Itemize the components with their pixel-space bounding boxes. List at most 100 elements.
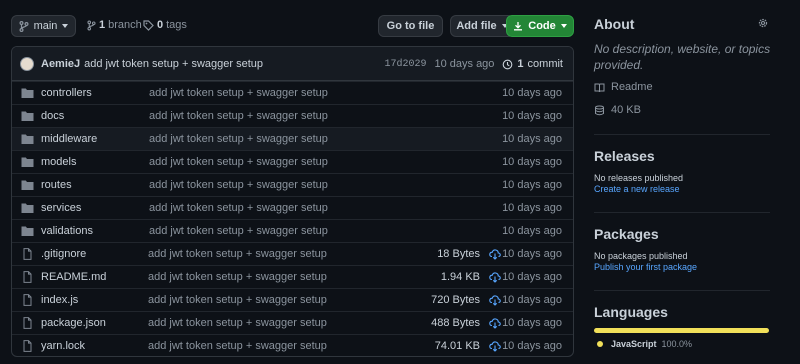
file-commit-message[interactable]: add jwt token setup + swagger setup — [148, 294, 327, 306]
file-name[interactable]: .gitignore — [41, 248, 86, 260]
file-size: 488 Bytes — [431, 317, 480, 329]
table-row[interactable]: middleware add jwt token setup + swagger … — [12, 127, 573, 150]
download-icon — [514, 22, 523, 31]
file-name[interactable]: middleware — [41, 133, 97, 145]
language-name: JavaScript — [611, 339, 657, 349]
commits-link[interactable]: 1 commit — [502, 58, 563, 70]
file-commit-message[interactable]: add jwt token setup + swagger setup — [149, 110, 328, 122]
code-button[interactable]: Code — [506, 15, 574, 37]
file-commit-date: 10 days ago — [502, 202, 562, 214]
table-row[interactable]: validations add jwt token setup + swagger… — [12, 219, 573, 242]
gear-icon[interactable] — [757, 17, 769, 29]
chevron-down-icon — [62, 24, 69, 28]
file-name[interactable]: controllers — [41, 87, 92, 99]
commit-message[interactable]: add jwt token setup + swagger setup — [84, 58, 263, 70]
cloud-download-icon[interactable] — [489, 340, 501, 352]
tags-count: 0 — [157, 19, 164, 31]
add-file-button[interactable]: Add file — [450, 15, 514, 37]
file-commit-message[interactable]: add jwt token setup + swagger setup — [148, 317, 327, 329]
tags-link[interactable]: 0 tags — [143, 19, 187, 31]
table-row[interactable]: models add jwt token setup + swagger setu… — [12, 150, 573, 173]
git-branch-icon — [87, 20, 96, 30]
file-commit-message[interactable]: add jwt token setup + swagger setup — [149, 179, 328, 191]
file-name[interactable]: models — [41, 156, 76, 168]
file-browser: AemieJ add jwt token setup + swagger set… — [11, 46, 574, 357]
file-commit-date: 10 days ago — [502, 340, 562, 352]
file-commit-message[interactable]: add jwt token setup + swagger setup — [149, 133, 328, 145]
about-title: About — [594, 16, 635, 32]
releases-title[interactable]: Releases — [594, 148, 655, 164]
file-commit-date: 10 days ago — [502, 179, 562, 191]
file-icon — [23, 248, 32, 260]
table-row[interactable]: services add jwt token setup + swagger se… — [12, 196, 573, 219]
branch-name: main — [33, 20, 58, 32]
file-commit-message[interactable]: add jwt token setup + swagger setup — [149, 202, 328, 214]
language-bar — [594, 328, 769, 333]
code-label: Code — [528, 20, 556, 32]
table-row[interactable]: package.json add jwt token setup + swagge… — [12, 311, 573, 334]
table-row[interactable]: README.md add jwt token setup + swagger s… — [12, 265, 573, 288]
cloud-download-icon[interactable] — [489, 317, 501, 329]
avatar[interactable] — [20, 56, 34, 71]
file-size: 74.01 KB — [434, 340, 480, 352]
divider — [594, 134, 770, 135]
folder-icon — [21, 157, 34, 167]
file-icon — [23, 317, 32, 329]
packages-title[interactable]: Packages — [594, 226, 659, 242]
table-row[interactable]: .gitignore add jwt token setup + swagger … — [12, 242, 573, 265]
language-color-dot — [597, 341, 603, 347]
table-row[interactable]: routes add jwt token setup + swagger setu… — [12, 173, 573, 196]
publish-package-link[interactable]: Publish your first package — [594, 262, 697, 272]
file-name[interactable]: yarn.lock — [41, 340, 85, 352]
file-commit-message[interactable]: add jwt token setup + swagger setup — [148, 271, 327, 283]
file-name[interactable]: validations — [41, 225, 93, 237]
commit-author[interactable]: AemieJ — [41, 58, 80, 70]
file-commit-message[interactable]: add jwt token setup + swagger setup — [149, 87, 328, 99]
commit-meta: 17d2029 10 days ago 1 commit — [384, 47, 563, 81]
file-name[interactable]: package.json — [41, 317, 106, 329]
table-row[interactable]: yarn.lock add jwt token setup + swagger s… — [12, 334, 573, 356]
file-name[interactable]: services — [41, 202, 81, 214]
readme-link[interactable]: Readme — [594, 81, 653, 93]
file-commit-message[interactable]: add jwt token setup + swagger setup — [149, 156, 328, 168]
add-file-label: Add file — [456, 20, 497, 32]
file-icon — [23, 340, 32, 352]
table-row[interactable]: docs add jwt token setup + swagger setup 1… — [12, 104, 573, 127]
branches-count: 1 — [99, 19, 106, 31]
table-row[interactable]: controllers add jwt token setup + swagger… — [12, 81, 573, 104]
file-commit-date: 10 days ago — [502, 248, 562, 260]
folder-icon — [21, 88, 34, 98]
create-release-link[interactable]: Create a new release — [594, 184, 680, 194]
file-commit-message[interactable]: add jwt token setup + swagger setup — [148, 248, 327, 260]
table-row[interactable]: index.js add jwt token setup + swagger se… — [12, 288, 573, 311]
file-commit-date: 10 days ago — [502, 133, 562, 145]
file-size: 1.94 KB — [440, 271, 480, 283]
git-branch-icon — [19, 20, 29, 32]
file-commit-message[interactable]: add jwt token setup + swagger setup — [149, 225, 328, 237]
go-to-file-button[interactable]: Go to file — [378, 15, 443, 37]
language-item-javascript[interactable]: JavaScript 100.0% — [597, 339, 692, 349]
cloud-download-icon[interactable] — [489, 271, 501, 283]
commits-count: 1 — [517, 58, 524, 70]
folder-icon — [21, 134, 34, 144]
branches-link[interactable]: 1 branch — [87, 19, 142, 31]
file-name[interactable]: docs — [41, 110, 64, 122]
file-commit-date: 10 days ago — [502, 317, 562, 329]
file-size: 720 Bytes — [431, 294, 480, 306]
file-icon — [23, 271, 32, 283]
book-icon — [594, 83, 605, 92]
file-name[interactable]: routes — [41, 179, 72, 191]
file-name[interactable]: index.js — [41, 294, 78, 306]
branch-select-button[interactable]: main — [11, 15, 76, 37]
cloud-download-icon[interactable] — [489, 248, 501, 260]
commit-sha[interactable]: 17d2029 — [384, 59, 426, 70]
tags-label: tags — [166, 19, 187, 31]
file-name[interactable]: README.md — [41, 271, 106, 283]
cloud-download-icon[interactable] — [489, 294, 501, 306]
branches-label: branch — [108, 19, 142, 31]
packages-note: No packages published — [594, 251, 688, 261]
latest-commit-bar: AemieJ add jwt token setup + swagger set… — [12, 47, 573, 81]
divider — [594, 290, 770, 291]
repo-size: 40 KB — [594, 104, 641, 116]
file-commit-message[interactable]: add jwt token setup + swagger setup — [148, 340, 327, 352]
